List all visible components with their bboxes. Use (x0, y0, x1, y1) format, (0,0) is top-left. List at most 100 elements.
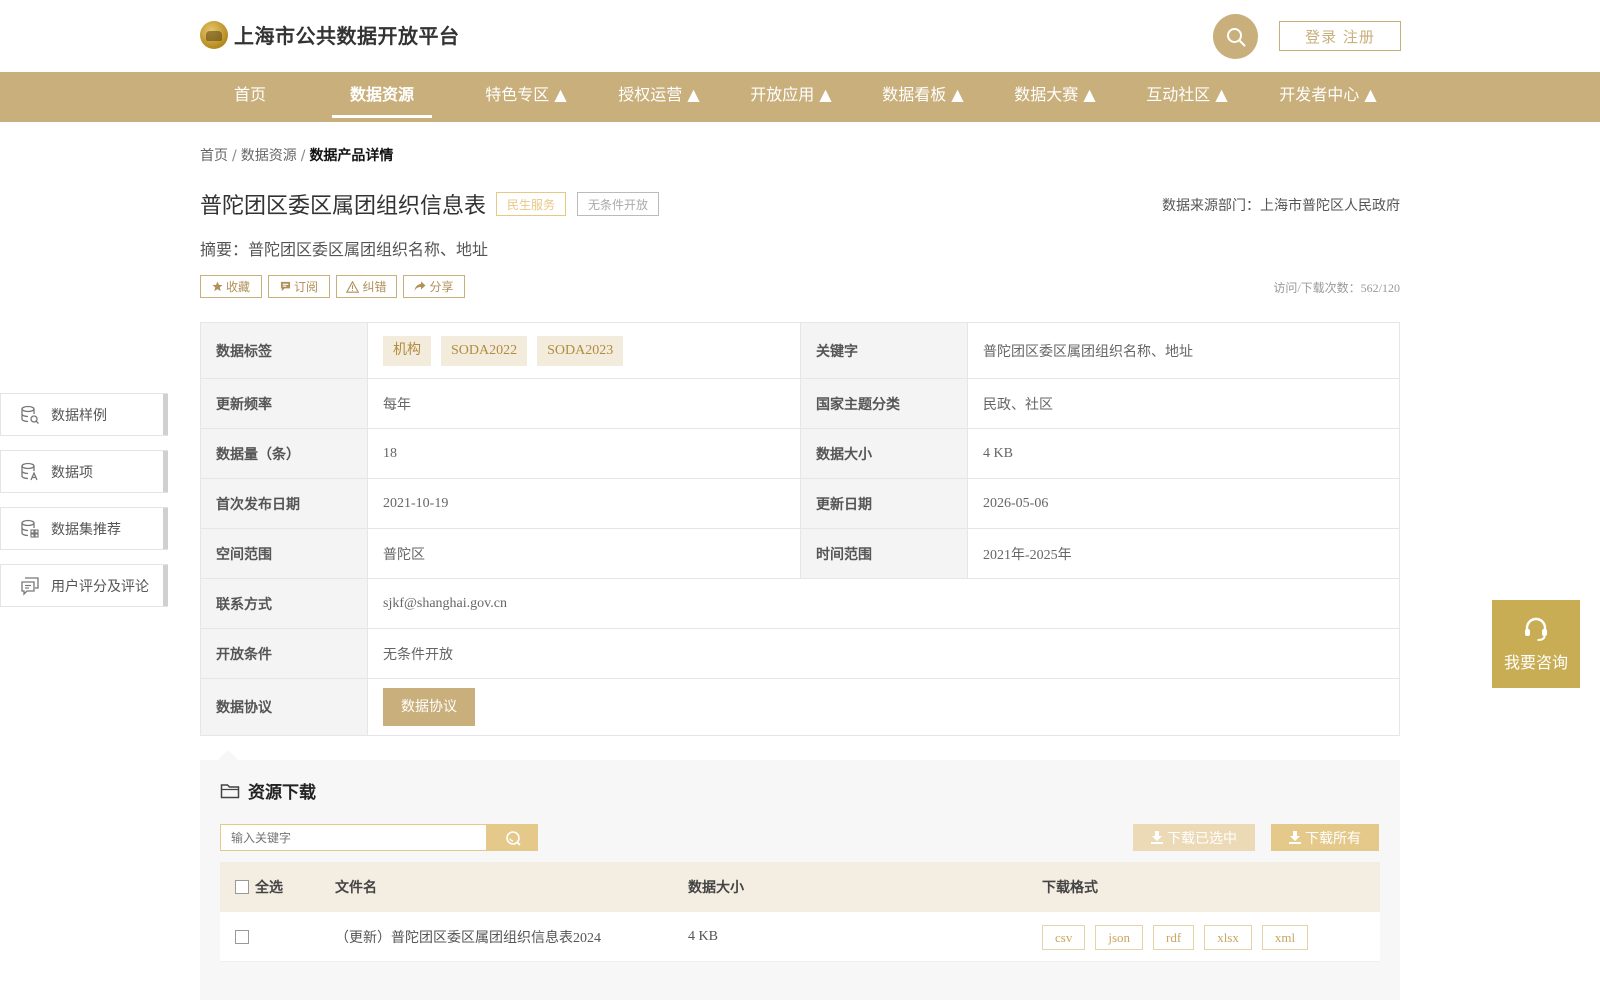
col-format: 下载格式 (1042, 881, 1098, 896)
resource-search-input[interactable] (220, 824, 487, 851)
breadcrumb: 首页 / 数据资源 / 数据产品详情 (200, 145, 393, 165)
agreement-button[interactable]: 数据协议 (383, 688, 475, 726)
breadcrumb-home[interactable]: 首页 (200, 148, 228, 164)
row-checkbox[interactable] (235, 930, 249, 944)
download-all-label: 下载所有 (1305, 830, 1361, 847)
select-all-label: 全选 (255, 881, 283, 896)
update-date-value: 2026-05-06 (967, 478, 1400, 529)
first-release-label: 首次发布日期 (200, 478, 368, 529)
nav-open-apps[interactable]: 开放应用 ▲ (731, 72, 851, 122)
theme-value: 民政、社区 (967, 378, 1400, 429)
breadcrumb-resources[interactable]: 数据资源 (241, 148, 297, 164)
breadcrumb-separator: / (232, 148, 237, 164)
side-menu-label: 数据集推荐 (51, 521, 121, 538)
data-tag[interactable]: SODA2022 (441, 335, 528, 366)
resource-search-button[interactable] (487, 824, 538, 851)
contact-value: sjkf@shanghai.gov.cn (367, 578, 1400, 629)
record-count-label: 数据量（条） (200, 428, 368, 479)
frequency-value: 每年 (367, 378, 801, 429)
side-menu-data-sample[interactable]: 数据样例 (0, 393, 168, 436)
breadcrumb-current: 数据产品详情 (309, 148, 394, 164)
agreement-label: 数据协议 (200, 678, 368, 736)
resource-download-title: 资源下载 (248, 783, 316, 803)
nav-home[interactable]: 首页 (215, 72, 285, 122)
page-title: 普陀团区委区属团组织信息表 (200, 194, 487, 219)
login-register-button[interactable]: 登录 注册 (1279, 21, 1401, 51)
database-field-icon (19, 461, 41, 483)
tags-label: 数据标签 (200, 322, 368, 379)
side-menu-data-items[interactable]: 数据项 (0, 450, 168, 493)
subscribe-label: 订阅 (293, 280, 318, 294)
subscribe-icon (280, 281, 291, 292)
row-filename: （更新）普陀团区委区属团组织信息表2024 (335, 931, 601, 946)
format-xlsx-button[interactable]: xlsx (1204, 924, 1252, 950)
first-release-value: 2021-10-19 (367, 478, 801, 529)
side-menu-rating-comments[interactable]: 用户评分及评论 (0, 564, 168, 607)
nav-data-dashboard[interactable]: 数据看板 ▲ (863, 72, 983, 122)
record-count-value: 18 (367, 428, 801, 479)
site-title: 上海市公共数据开放平台 (234, 24, 460, 48)
table-row: （更新）普陀团区委区属团组织信息表2024 4 KB csv json rdf … (220, 912, 1380, 962)
download-selected-button[interactable]: 下载已选中 (1133, 824, 1255, 851)
spatial-range-label: 空间范围 (200, 528, 368, 579)
row-size: 4 KB (688, 929, 718, 944)
section-pointer (218, 750, 238, 760)
service-tag: 民生服务 (496, 192, 566, 216)
format-json-button[interactable]: json (1095, 924, 1144, 950)
col-size: 数据大小 (688, 881, 744, 896)
format-csv-button[interactable]: csv (1042, 924, 1086, 950)
nav-data-resources[interactable]: 数据资源 (332, 72, 432, 122)
format-xml-button[interactable]: xml (1261, 924, 1309, 950)
search-icon (505, 830, 521, 846)
site-header: 上海市公共数据开放平台 登录 注册 (0, 0, 1600, 72)
share-label: 分享 (429, 280, 454, 294)
data-tag[interactable]: SODA2023 (537, 335, 624, 366)
database-grid-icon (19, 518, 41, 540)
subscribe-button[interactable]: 订阅 (268, 275, 330, 298)
spatial-range-value: 普陀区 (367, 528, 801, 579)
folder-icon (220, 783, 240, 798)
contact-label: 联系方式 (200, 578, 368, 629)
data-tag[interactable]: 机构 (383, 335, 431, 366)
download-icon (1289, 831, 1301, 844)
side-menu-dataset-recommend[interactable]: 数据集推荐 (0, 507, 168, 550)
correct-label: 纠错 (362, 280, 387, 294)
col-filename: 文件名 (335, 881, 377, 896)
open-type-tag: 无条件开放 (577, 192, 659, 216)
nav-special-zone[interactable]: 特色专区 ▲ (466, 72, 586, 122)
time-range-label: 时间范围 (800, 528, 968, 579)
star-icon (212, 281, 223, 292)
site-logo[interactable]: 上海市公共数据开放平台 (200, 20, 460, 49)
nav-authorized-ops[interactable]: 授权运营 ▲ (599, 72, 719, 122)
database-search-icon (19, 404, 41, 426)
row-select-cell (235, 912, 249, 962)
select-all-cell: 全选 (235, 862, 283, 912)
correct-button[interactable]: 纠错 (336, 275, 397, 298)
consult-label: 我要咨询 (1503, 653, 1568, 672)
nav-community[interactable]: 互动社区 ▲ (1127, 72, 1247, 122)
download-all-button[interactable]: 下载所有 (1271, 824, 1379, 851)
frequency-label: 更新频率 (200, 378, 368, 429)
select-all-checkbox[interactable] (235, 880, 249, 894)
share-icon (414, 281, 426, 291)
share-button[interactable]: 分享 (403, 275, 465, 298)
consult-button[interactable]: 我要咨询 (1492, 600, 1580, 688)
visit-download-count: 访问/下载次数：562/120 (1273, 281, 1400, 295)
agreement-cell: 数据协议 (367, 678, 1400, 736)
keyword-value: 普陀团区委区属团组织名称、地址 (967, 322, 1400, 379)
tags-value: 机构 SODA2022 SODA2023 (367, 322, 801, 379)
time-range-value: 2021年-2025年 (967, 528, 1400, 579)
source-department: 数据来源部门：上海市普陀区人民政府 (1162, 198, 1400, 214)
side-menu-label: 数据样例 (51, 407, 107, 424)
favorite-button[interactable]: 收藏 (200, 275, 262, 298)
nav-developer-center[interactable]: 开发者中心 ▲ (1258, 72, 1398, 122)
update-date-label: 更新日期 (800, 478, 968, 529)
global-search-button[interactable] (1213, 14, 1258, 59)
search-icon (1226, 27, 1245, 46)
side-menu-label: 用户评分及评论 (51, 578, 149, 595)
nav-data-contest[interactable]: 数据大赛 ▲ (995, 72, 1115, 122)
keyword-label: 关键字 (800, 322, 968, 379)
resource-table-header: 全选 文件名 数据大小 下载格式 (220, 862, 1380, 912)
format-rdf-button[interactable]: rdf (1153, 924, 1195, 950)
data-size-label: 数据大小 (800, 428, 968, 479)
